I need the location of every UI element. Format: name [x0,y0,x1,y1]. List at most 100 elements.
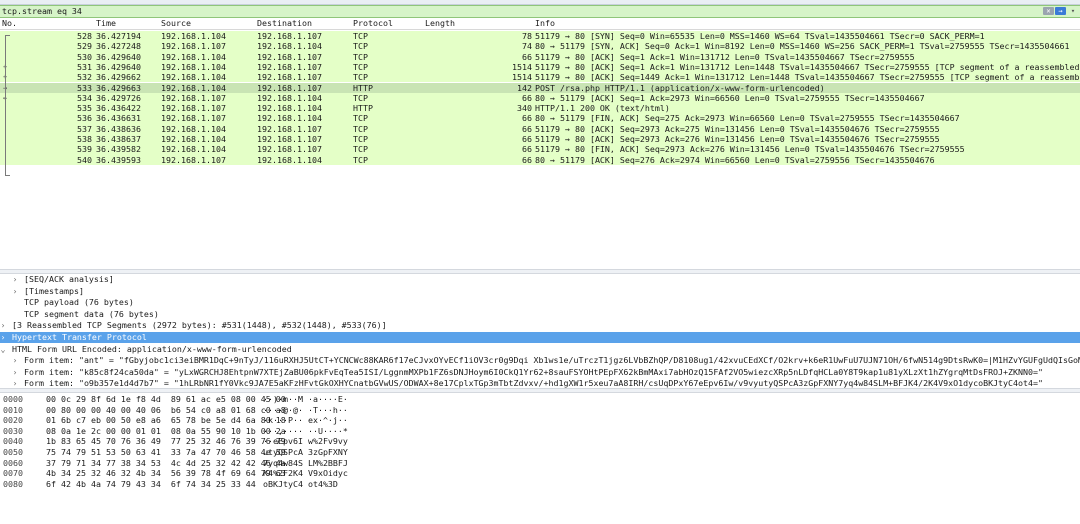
packet-row[interactable]: 529 36.427248 192.168.1.107 192.168.1.104 TC… [0,41,1080,52]
packet-time: 36.438637 [96,134,141,144]
detail-tree-item[interactable]: › [SEQ/ACK analysis] [0,274,1080,285]
hex-bytes[interactable]: 6f 42 4b 4a 74 79 43 34 6f 74 34 25 33 4… [46,479,256,489]
hex-ascii[interactable]: ··)·m··M ·a····E· [263,394,348,404]
packet-row[interactable]: 539 36.439582 192.168.1.104 192.168.1.107 TC… [0,144,1080,155]
packet-destination: 192.168.1.104 [257,113,322,124]
hex-ascii[interactable]: 7yq4w84S LM%2BBFJ [263,458,348,468]
hex-offset[interactable]: 0040 [3,436,23,446]
packet-protocol: TCP [353,72,368,83]
hex-bytes[interactable]: 75 74 79 51 53 50 63 41 33 7a 47 70 46 5… [46,447,286,457]
hex-ascii[interactable]: ···,···· ··U····* [263,426,348,436]
column-header-destination[interactable]: Destination [257,18,312,29]
hex-offset[interactable]: 0070 [3,468,23,478]
packet-length: 66 [522,92,532,103]
hex-row: 0040 1b 83 65 45 70 76 36 49 77 25 32 46 … [0,436,1080,446]
hex-bytes[interactable]: 1b 83 65 45 70 76 36 49 77 25 32 46 76 3… [46,436,286,446]
packet-number: 538 [77,134,92,144]
detail-tree-item[interactable]: TCP segment data (76 bytes) [0,309,1080,320]
detail-tree-item[interactable]: › [Timestamps] [0,286,1080,297]
packet-source: 192.168.1.107 [161,103,226,114]
packet-row[interactable]: 531 36.429640 192.168.1.104 192.168.1.107 TC… [0,61,1080,73]
packet-number: 536 [77,113,92,124]
hex-row: 0060 37 79 71 34 77 38 34 53 4c 4d 25 32 … [0,458,1080,468]
expand-arrow-icon[interactable]: › [10,286,20,297]
packet-destination: 192.168.1.104 [257,103,322,114]
packet-row[interactable]: 540 36.439593 192.168.1.107 192.168.1.104 TC… [0,154,1080,165]
packet-row[interactable]: 532 36.429662 192.168.1.104 192.168.1.107 TC… [0,72,1080,83]
packet-time: 36.429663 [96,82,141,93]
hex-row: 0070 4b 34 25 32 46 32 4b 34 56 39 78 4f … [0,468,1080,478]
filter-dropdown-icon[interactable]: ▾ [1068,6,1078,16]
expand-arrow-icon[interactable]: › [10,355,20,366]
hex-offset[interactable]: 0050 [3,447,23,457]
detail-tree-item[interactable]: TCP payload (76 bytes) [0,297,1080,308]
hex-ascii[interactable]: K4%2F2K4 V9xOidyc [263,468,348,478]
hex-ascii[interactable]: ··eEpv6I w%2Fv9vy [263,436,348,446]
detail-tree-item[interactable]: ⌄ HTML Form URL Encoded: application/x-ww… [0,344,1080,355]
hex-bytes[interactable]: 37 79 71 34 77 38 34 53 4c 4d 25 32 42 4… [46,458,286,468]
hex-offset[interactable]: 0010 [3,405,23,415]
hex-bytes[interactable]: 00 0c 29 8f 6d 1e f8 4d 89 61 ac e5 08 0… [46,394,286,404]
packet-info: 51179 → 80 [SYN] Seq=0 Win=65535 Len=0 M… [535,31,985,41]
column-header-time[interactable]: Time [96,18,116,29]
clear-filter-icon[interactable]: ✕ [1043,7,1054,15]
column-header-source[interactable]: Source [161,18,191,29]
column-header-no[interactable]: No. [2,18,17,29]
packet-row[interactable]: 530 36.429640 192.168.1.104 192.168.1.107 TC… [0,51,1080,62]
packet-protocol: TCP [353,61,368,72]
hex-bytes[interactable]: 00 80 00 00 40 00 40 06 b6 54 c0 a8 01 6… [46,405,286,415]
hex-row: 0010 00 80 00 00 40 00 40 06 b6 54 c0 a8 … [0,405,1080,415]
detail-tree-label: [Timestamps] [24,285,84,296]
packet-number: 533 [77,82,92,93]
packet-protocol: TCP [353,144,368,155]
packet-protocol: TCP [353,154,368,165]
packet-row[interactable]: 536 36.436631 192.168.1.107 192.168.1.104 TC… [0,113,1080,124]
display-filter-bar[interactable]: tcp.stream eq 34 ✕ → ▾ [0,5,1080,18]
display-filter-input[interactable]: tcp.stream eq 34 [2,6,82,17]
expand-arrow-icon[interactable]: › [10,274,20,285]
hex-ascii[interactable]: oBKJtyC4 ot4%3D [263,479,338,489]
packet-row[interactable]: 534 36.429726 192.168.1.107 192.168.1.104 TC… [0,92,1080,104]
packet-row[interactable]: 537 36.438636 192.168.1.104 192.168.1.107 TC… [0,123,1080,134]
expand-arrow-icon[interactable]: › [0,320,8,331]
hex-ascii[interactable]: ····@·@· ·T···h·· [263,405,348,415]
hex-bytes[interactable]: 08 0a 1e 2c 00 00 01 01 08 0a 55 90 10 1… [46,426,286,436]
packet-row[interactable]: 533 36.429663 192.168.1.104 192.168.1.107 HT… [0,82,1080,93]
hex-offset[interactable]: 0080 [3,479,23,489]
column-header-length[interactable]: Length [425,18,455,29]
expand-arrow-icon[interactable]: › [0,332,8,343]
packet-row[interactable]: 538 36.438637 192.168.1.104 192.168.1.107 TC… [0,134,1080,145]
packet-info: POST /rsa.php HTTP/1.1 (application/x-ww… [535,82,825,93]
packet-source: 192.168.1.104 [161,82,226,93]
packet-length: 66 [522,51,532,62]
hex-offset[interactable]: 0060 [3,458,23,468]
hex-bytes[interactable]: 4b 34 25 32 46 32 4b 34 56 39 78 4f 69 6… [46,468,286,478]
column-header-info[interactable]: Info [535,18,555,29]
detail-tree-item[interactable]: › [3 Reassembled TCP Segments (2972 bytes… [0,320,1080,331]
packet-protocol: TCP [353,113,368,124]
detail-tree-item[interactable]: › Form item: "ant" = "fGbyjobc1ci3eiBMR1D… [0,355,1080,366]
packet-time: 36.429662 [96,72,141,83]
detail-tree-label: Hypertext Transfer Protocol [12,332,147,342]
packet-source: 192.168.1.107 [161,113,226,124]
hex-ascii[interactable]: ·k···P·· ex·^·j·· [263,415,348,425]
pane-splitter[interactable] [0,388,1080,393]
expand-arrow-icon[interactable]: › [10,367,20,378]
packet-number: 540 [77,154,92,165]
collapse-arrow-icon[interactable]: ⌄ [0,344,8,355]
detail-tree-item[interactable]: › Hypertext Transfer Protocol [0,332,1080,343]
hex-offset[interactable]: 0020 [3,415,23,425]
detail-tree-item[interactable]: › Form item: "k85c8f24ca50da" = "yLxWGRCH… [0,367,1080,378]
column-header-protocol[interactable]: Protocol [353,18,393,29]
detail-tree-label: TCP payload (76 bytes) [24,297,134,308]
packet-source: 192.168.1.107 [161,154,226,165]
hex-ascii[interactable]: utyQSPcA 3zGpFXNY [263,447,348,457]
packet-info: 80 → 51179 [FIN, ACK] Seq=275 Ack=2973 W… [535,113,960,124]
hex-offset[interactable]: 0030 [3,426,23,436]
packet-info: 80 → 51179 [ACK] Seq=276 Ack=2974 Win=66… [535,154,935,165]
packet-row[interactable]: 535 36.436422 192.168.1.107 192.168.1.104 HT… [0,103,1080,114]
hex-bytes[interactable]: 01 6b c7 eb 00 50 e8 a6 65 78 be 5e d4 6… [46,415,286,425]
hex-offset[interactable]: 0000 [3,394,23,404]
packet-row[interactable]: 528 36.427194 192.168.1.104 192.168.1.107 TC… [0,31,1080,42]
apply-filter-icon[interactable]: → [1055,7,1066,15]
